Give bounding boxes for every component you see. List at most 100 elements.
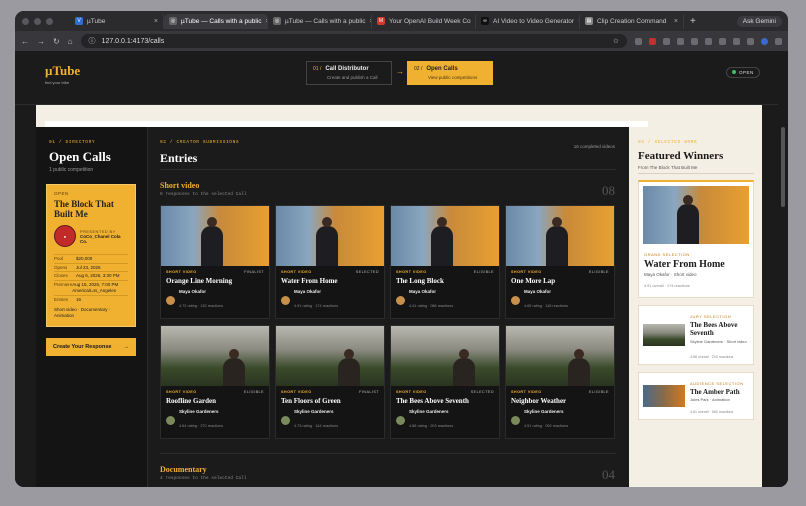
back-icon[interactable]: ←: [21, 37, 29, 46]
extension-icon[interactable]: [691, 37, 698, 45]
tab-1[interactable]: VµTube ×: [70, 13, 164, 29]
video-thumbnail[interactable]: [506, 326, 614, 386]
section-count: 08: [602, 183, 615, 198]
section-title-documentary: Documentary: [160, 465, 207, 474]
site-info-icon[interactable]: ⓘ: [89, 36, 96, 46]
web-page: µTube find your tribe 01 /Call Distributo…: [15, 51, 788, 487]
home-icon[interactable]: ⌂: [68, 37, 73, 46]
ask-gemini-button[interactable]: Ask Gemini: [736, 15, 782, 27]
extensions-bar: [635, 37, 782, 45]
entries-grid-row-2: SHORT VIDEO ELIGIBLE Roofline Garden Skylin…: [160, 325, 616, 439]
scrollbar[interactable]: [778, 51, 788, 487]
scrollbar-thumb[interactable]: [781, 127, 785, 207]
directory-kicker: 01 / DIRECTORY: [49, 140, 96, 145]
winners-source: From The Block That Built Me: [638, 165, 698, 170]
extension-icon[interactable]: [635, 37, 642, 45]
video-thumbnail[interactable]: [506, 206, 614, 266]
new-tab-button[interactable]: +: [684, 16, 702, 27]
entries-kicker: 02 / CREATOR SUBMISSIONS: [160, 140, 240, 145]
call-card[interactable]: OPEN The Block That Built Me ● PRESENTED…: [46, 184, 136, 327]
video-thumbnail[interactable]: [276, 206, 384, 266]
extension-icon[interactable]: [705, 37, 712, 45]
arrow-right-icon: →: [123, 344, 130, 350]
step-open-calls[interactable]: 02 /Open Calls View public competitions: [407, 61, 493, 85]
winners-title: Featured Winners: [638, 150, 724, 162]
entry-card[interactable]: SHORT VIDEO ELIGIBLE Roofline Garden Skylin…: [160, 325, 270, 439]
entry-card[interactable]: SHORT VIDEO SELECTED The Bees Above Sevent…: [390, 325, 500, 439]
video-thumbnail[interactable]: [391, 206, 499, 266]
arrow-right-icon: →: [396, 67, 404, 76]
menu-icon[interactable]: [775, 37, 782, 45]
avatar: [396, 296, 405, 305]
directory-count: 1 public competition: [49, 167, 94, 173]
entry-card[interactable]: SHORT VIDEO ELIGIBLE Neighbor Weather Skyli…: [505, 325, 615, 439]
entries-grid-row-1: SHORT VIDEO FINALIST Orange Line Morning Ma…: [160, 205, 616, 319]
call-title: The Block That Built Me: [54, 199, 114, 219]
grand-selection-card[interactable]: GRAND SELECTION Water From Home Maya Oka…: [638, 180, 754, 298]
extension-icon[interactable]: [677, 37, 684, 45]
brand-logo[interactable]: µTube find your tribe: [45, 63, 80, 85]
entries-title: Entries: [160, 151, 198, 165]
entry-card[interactable]: SHORT VIDEO ELIGIBLE One More Lap Maya Okaf…: [505, 205, 615, 319]
jury-selection-card[interactable]: JURY SELECTION The Bees Above Seventh Sk…: [638, 305, 754, 365]
ai-icon: ∞: [481, 17, 489, 25]
window-controls: [15, 17, 70, 25]
extension-icon[interactable]: [649, 37, 656, 45]
tab-6[interactable]: ▤ Clip Creation Command ×: [580, 13, 684, 29]
clipboard-icon: ▤: [585, 17, 593, 25]
avatar: [281, 416, 290, 425]
video-thumbnail[interactable]: [643, 324, 685, 346]
avatar: [396, 416, 405, 425]
extension-icon[interactable]: [733, 37, 740, 45]
close-window-button[interactable]: [22, 17, 29, 25]
close-tab-icon[interactable]: ×: [154, 18, 158, 25]
meta-row: Pool $20,000: [54, 254, 128, 263]
video-thumbnail[interactable]: [276, 326, 384, 386]
entry-card[interactable]: SHORT VIDEO ELIGIBLE The Long Block Maya Ok…: [390, 205, 500, 319]
site-header: µTube find your tribe 01 /Call Distributo…: [15, 51, 788, 105]
step-call-distributor[interactable]: 01 /Call Distributor Create and publish a…: [306, 61, 392, 85]
tab-4[interactable]: MYour OpenAI Build Week Co×: [372, 13, 476, 29]
url-field[interactable]: ⓘ 127.0.0.1:4173/calls ☆: [80, 34, 627, 48]
entry-card[interactable]: SHORT VIDEO FINALIST Orange Line Morning Ma…: [160, 205, 270, 319]
directory-title: Open Calls: [49, 149, 111, 164]
tab-bar: VµTube× ◎µTube — Calls with a public× ◎µ…: [15, 11, 788, 31]
tab-3[interactable]: ◎µTube — Calls with a public×: [268, 13, 372, 29]
video-thumbnail[interactable]: [643, 186, 749, 244]
meta-row: Premiere Aug 15, 2026, 7:00 PM America/Lo…: [54, 279, 128, 295]
reload-icon[interactable]: ↻: [53, 37, 60, 46]
avatar: [166, 296, 175, 305]
minimize-window-button[interactable]: [34, 17, 41, 25]
entry-card[interactable]: SHORT VIDEO SELECTED Water From Home Maya O…: [275, 205, 385, 319]
video-thumbnail[interactable]: [391, 326, 499, 386]
section-subtitle: 8 responses to the selected Call: [160, 192, 247, 197]
entry-card[interactable]: SHORT VIDEO FINALIST Ten Floors of Green Sk…: [275, 325, 385, 439]
extension-icon[interactable]: [747, 37, 754, 45]
video-thumbnail[interactable]: [161, 206, 269, 266]
profile-avatar[interactable]: [761, 37, 768, 45]
extension-icon[interactable]: [663, 37, 670, 45]
tab-5[interactable]: ∞AI Video to Video Generator×: [476, 13, 580, 29]
video-thumbnail[interactable]: [643, 385, 685, 407]
avatar: [511, 416, 520, 425]
create-response-button[interactable]: Create Your Response →: [46, 338, 136, 356]
call-status: OPEN: [54, 191, 69, 196]
divider: [160, 453, 616, 454]
bookmark-star-icon[interactable]: ☆: [613, 37, 619, 45]
video-thumbnail[interactable]: [161, 326, 269, 386]
completed-count: 16 completed videos: [573, 144, 615, 149]
browser-window: VµTube× ◎µTube — Calls with a public× ◎µ…: [15, 11, 788, 487]
call-meta: Pool $20,000 Opens Jul 23, 2026 Closes Aug …: [54, 254, 128, 303]
call-tags: Short video · Documentary · Animation: [54, 307, 111, 318]
tab-2[interactable]: ◎µTube — Calls with a public×: [164, 13, 268, 29]
avatar: [166, 416, 175, 425]
winners-kicker: 03 / SELECTED WORK: [638, 140, 698, 145]
audience-selection-card[interactable]: AUDIENCE SELECTION The Amber Path Jules …: [638, 372, 754, 420]
close-tab-icon[interactable]: ×: [674, 18, 678, 25]
extension-icon[interactable]: [719, 37, 726, 45]
forward-icon[interactable]: →: [37, 37, 45, 46]
divider: [638, 173, 754, 174]
divider: [160, 169, 616, 170]
maximize-window-button[interactable]: [46, 17, 53, 25]
section-title-short-video: Short video: [160, 181, 200, 190]
